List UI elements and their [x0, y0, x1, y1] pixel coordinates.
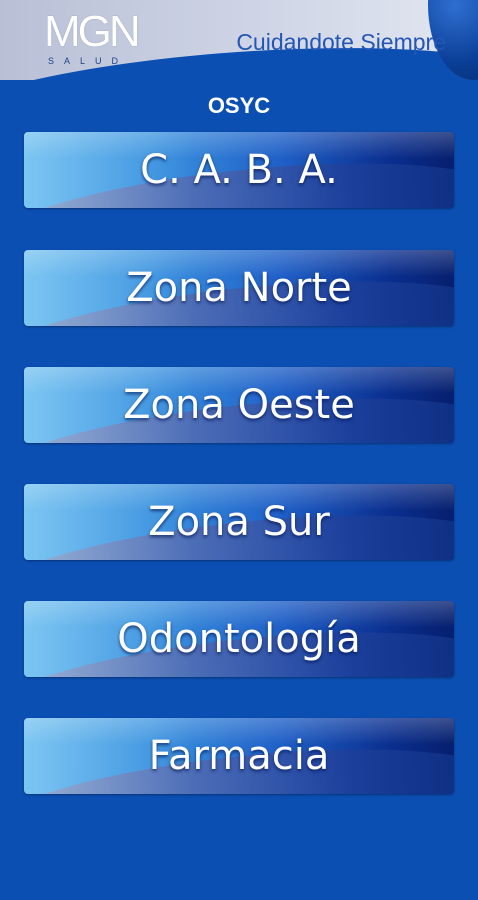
menu-button-label: Farmacia [148, 733, 330, 779]
menu-button-zona-norte[interactable]: Zona Norte [24, 250, 454, 326]
menu-button-zona-oeste[interactable]: Zona Oeste [24, 367, 454, 443]
menu-button-caba[interactable]: C. A. B. A. [24, 132, 454, 208]
logo-mark: MGN [44, 7, 141, 56]
menu-button-label: Zona Sur [148, 499, 330, 545]
menu-button-zona-sur[interactable]: Zona Sur [24, 484, 454, 560]
app-header: MGN SALUD Cuidandote Siempre [0, 0, 478, 80]
menu-button-label: Odontología [117, 616, 361, 662]
section-title: OSYC [207, 93, 271, 118]
header-tagline: Cuidandote Siempre [236, 29, 446, 55]
menu-button-label: Zona Norte [126, 265, 352, 311]
menu-button-odontologia[interactable]: Odontología [24, 601, 454, 677]
menu-button-farmacia[interactable]: Farmacia [24, 718, 454, 794]
menu-button-label: Zona Oeste [123, 382, 355, 428]
menu-button-label: C. A. B. A. [140, 147, 338, 193]
mgn-salud-logo: MGN SALUD [44, 10, 166, 70]
logo-subtext: SALUD [48, 56, 129, 66]
